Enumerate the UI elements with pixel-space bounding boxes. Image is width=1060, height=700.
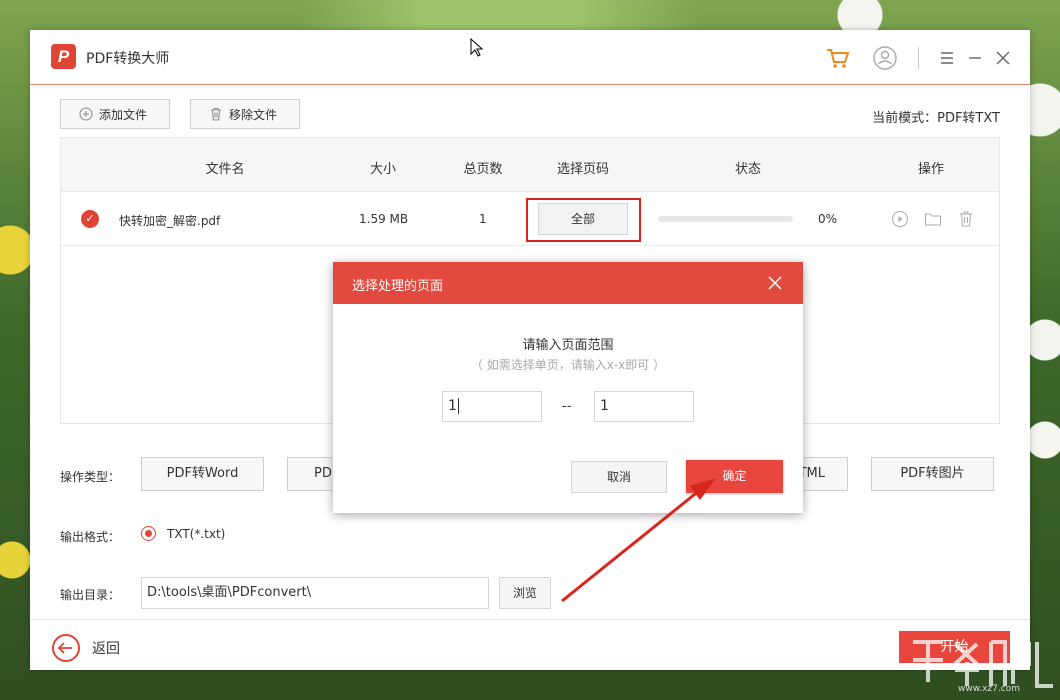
play-icon[interactable] (891, 210, 909, 228)
dialog-close-icon[interactable] (766, 274, 784, 292)
header-filename: 文件名 (205, 162, 245, 177)
current-mode-label: 当前模式：PDF转TXT (872, 111, 1000, 126)
progress-bar (658, 216, 793, 222)
row-checkbox[interactable]: ✓ (81, 210, 99, 228)
delete-icon[interactable] (957, 210, 975, 228)
header-page-select: 选择页码 (556, 162, 610, 177)
row-progress-text: 0% (818, 212, 838, 226)
dialog-header: 选择处理的页面 (333, 262, 803, 304)
highlight-box (526, 198, 641, 242)
dialog-confirm-button[interactable]: 确定 (686, 460, 783, 493)
remove-file-label: 移除文件 (229, 107, 278, 122)
dialog-cancel-button[interactable]: 取消 (571, 461, 667, 493)
app-title: PDF转换大师 (86, 51, 170, 67)
minimize-icon[interactable] (962, 45, 988, 71)
header-pages: 总页数 (463, 162, 503, 177)
menu-icon[interactable] (934, 45, 960, 71)
app-logo: P (51, 44, 76, 69)
range-from-value: 1 (448, 398, 457, 414)
dialog-prompt: 请输入页面范围 (522, 338, 614, 353)
add-file-label: 添加文件 (99, 107, 148, 122)
text-caret: ​ (457, 398, 459, 414)
header-actions: 操作 (917, 162, 945, 177)
row-pages: 1 (479, 212, 487, 226)
dialog-title: 选择处理的页面 (352, 279, 444, 294)
arrow-left-icon (57, 642, 72, 654)
output-format-value: TXT(*.txt) (167, 527, 226, 541)
header-status: 状态 (734, 162, 762, 177)
back-label[interactable]: 返回 (92, 638, 120, 658)
title-bar: P PDF转换大师 (30, 30, 1030, 85)
add-file-button[interactable]: 添加文件 (60, 99, 170, 129)
range-separator: -- (562, 399, 572, 414)
output-dir-input[interactable]: D:\tools\桌面\PDFconvert\ (141, 577, 489, 609)
txt-radio[interactable] (141, 526, 156, 541)
row-filename: 快转加密_解密.pdf (119, 214, 221, 228)
output-format-label: 输出格式： (60, 530, 121, 544)
cart-icon[interactable] (825, 45, 851, 71)
output-dir-label: 输出目录： (60, 588, 121, 602)
header-size: 大小 (369, 162, 397, 177)
range-from-input[interactable]: 1​ (442, 391, 542, 422)
folder-icon[interactable] (924, 210, 942, 228)
trash-icon (211, 108, 221, 121)
type-pdf-to-image[interactable]: PDF转图片 (871, 457, 994, 491)
type-pdf-to-word[interactable]: PDF转Word (141, 457, 264, 491)
mouse-cursor-icon (470, 38, 484, 57)
table-header: 文件名 大小 总页数 选择页码 状态 操作 (61, 138, 999, 192)
row-size: 1.59 MB (359, 212, 409, 226)
browse-button[interactable]: 浏览 (499, 577, 551, 609)
page-range-dialog: 选择处理的页面 请输入页面范围 （ 如需选择单页，请输入x-x即可 ） 1​ -… (333, 262, 803, 513)
titlebar-divider (918, 47, 919, 69)
watermark-url: www.xz7.com (958, 684, 1020, 694)
user-icon[interactable] (872, 45, 898, 71)
table-row: ✓ 快转加密_解密.pdf 1.59 MB 1 全部 0% (61, 192, 999, 246)
footer-bar: 返回 开始 (30, 619, 1030, 670)
range-to-input[interactable]: 1 (594, 391, 694, 422)
dialog-hint: （ 如需选择单页，请输入x-x即可 ） (470, 358, 666, 372)
plus-circle-icon (79, 107, 93, 121)
op-type-label: 操作类型： (60, 470, 121, 484)
close-icon[interactable] (990, 45, 1016, 71)
back-button[interactable] (52, 634, 80, 662)
remove-file-button[interactable]: 移除文件 (190, 99, 300, 129)
